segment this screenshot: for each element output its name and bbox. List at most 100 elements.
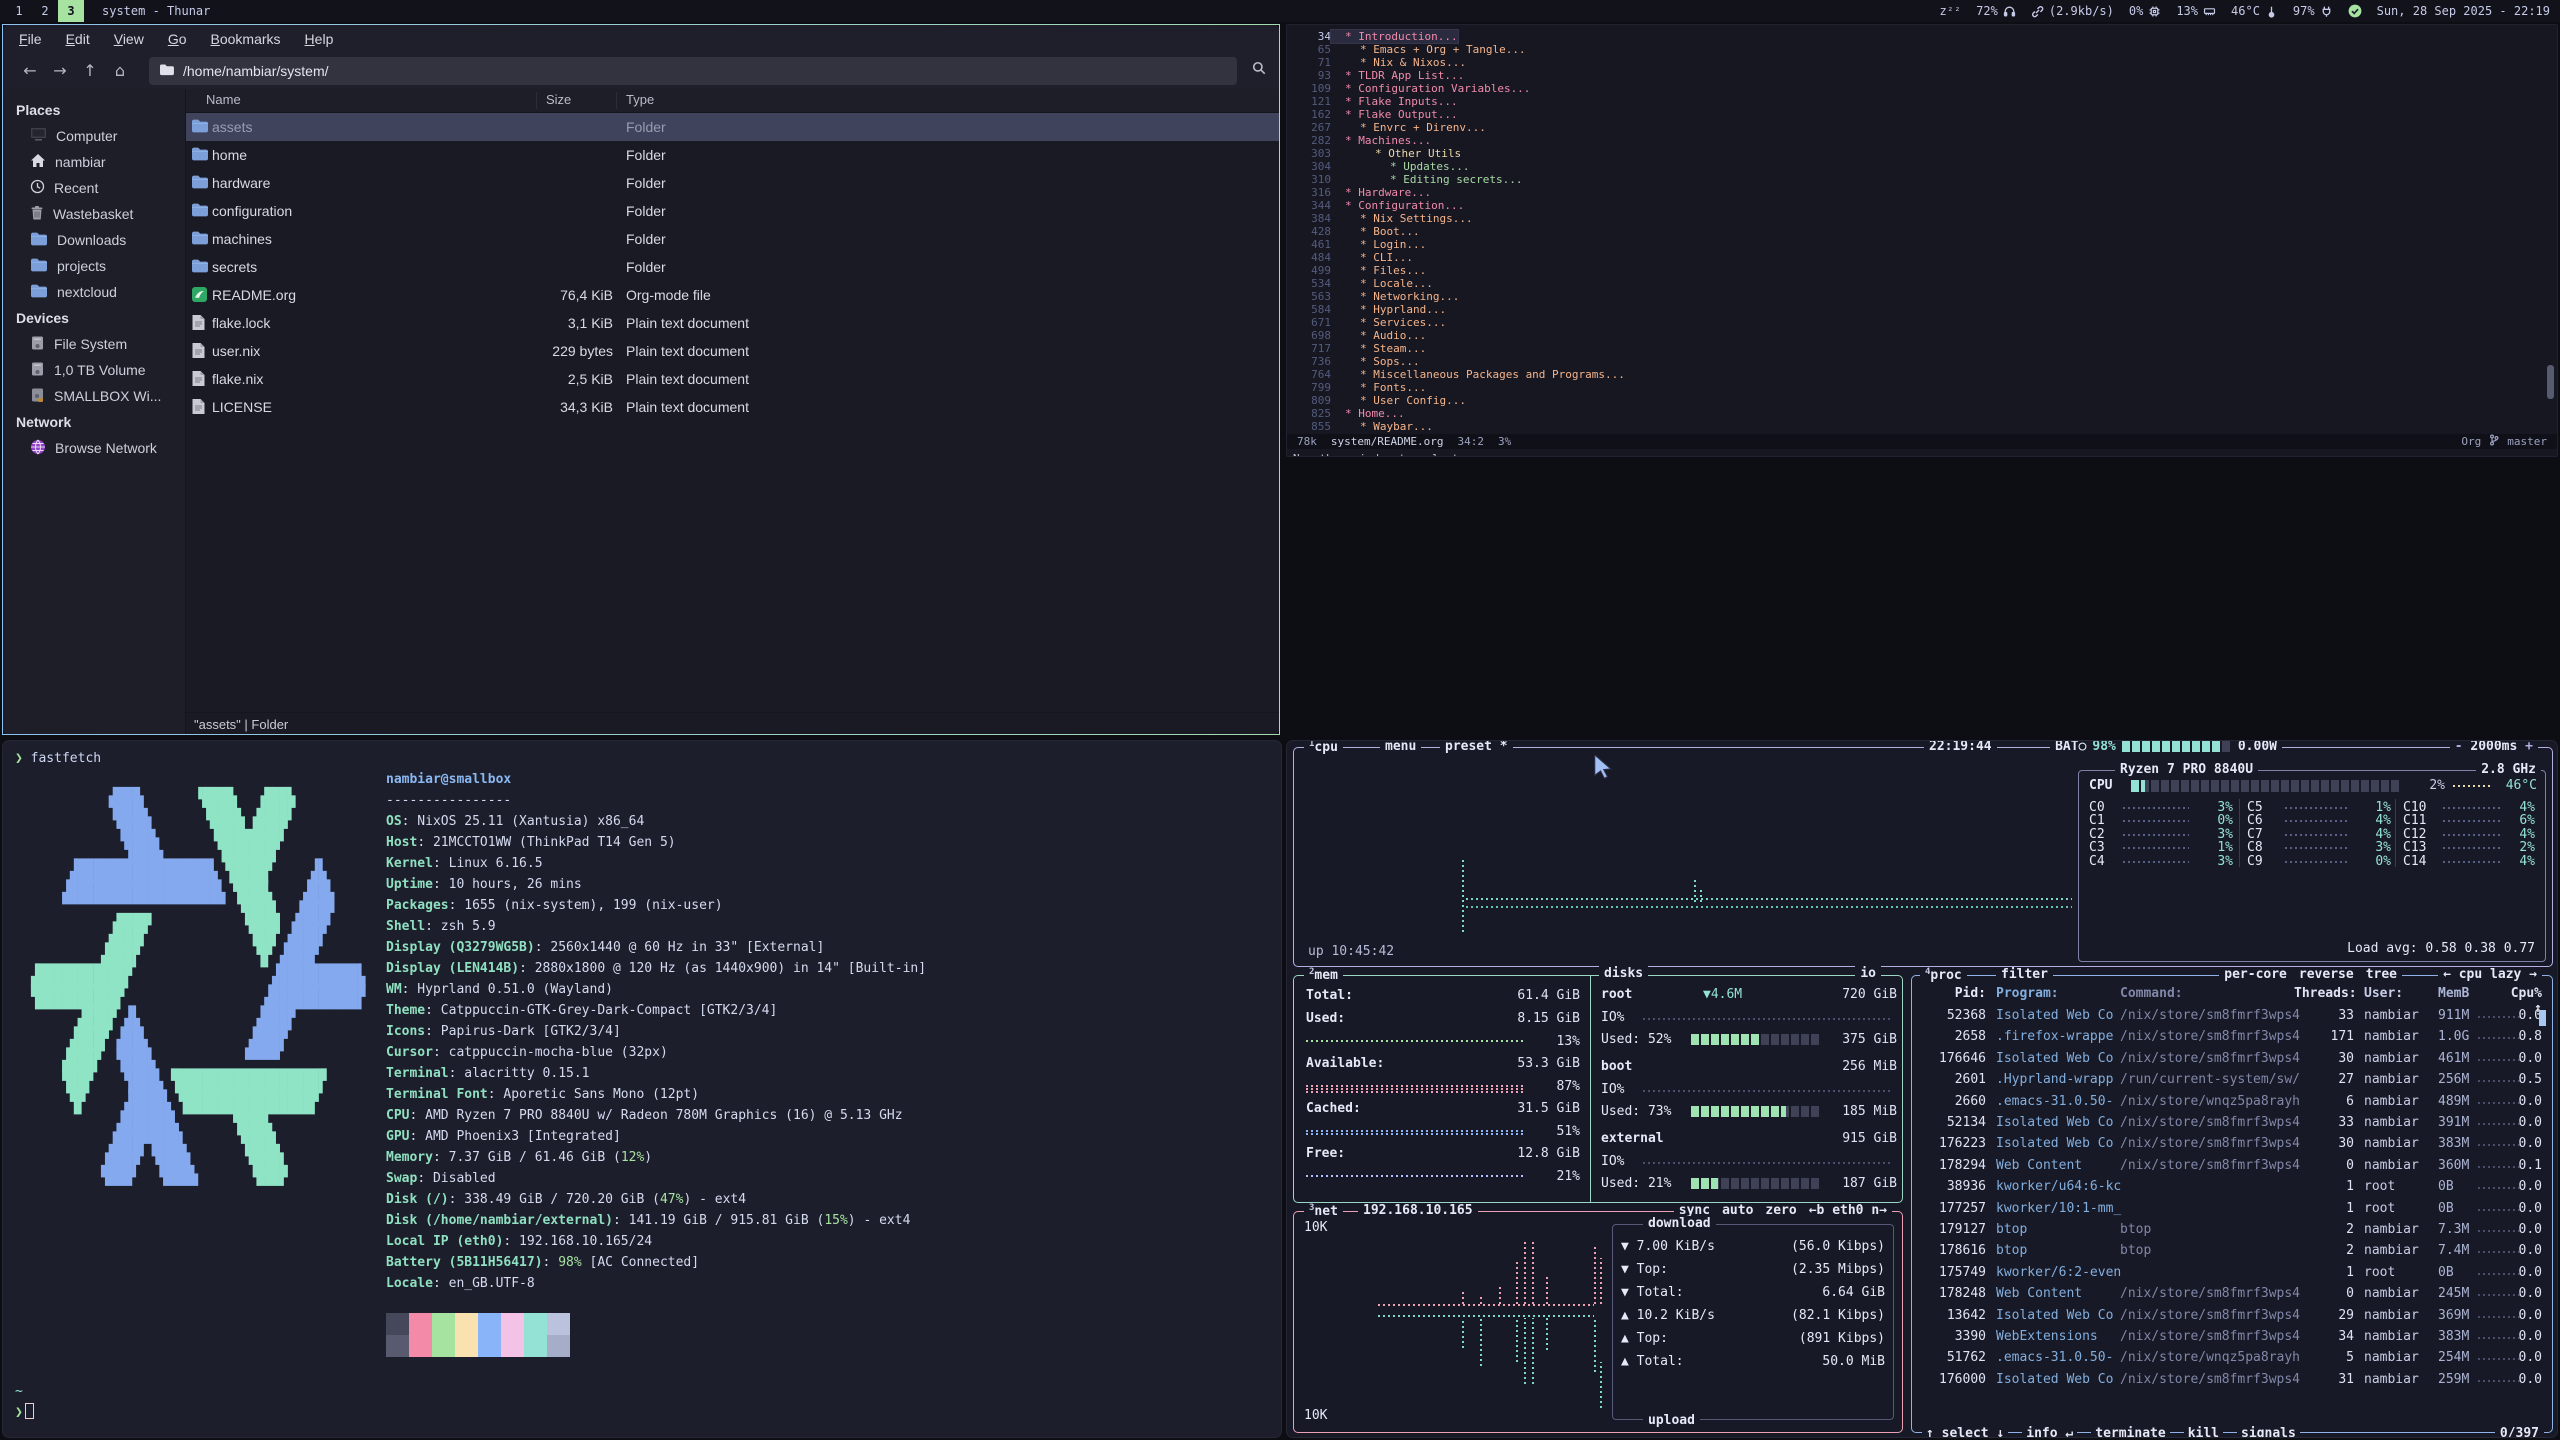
file-row-configuration[interactable]: configurationFolder <box>186 197 1279 225</box>
sidebar-item-nextcloud[interactable]: nextcloud <box>3 279 185 305</box>
file-row-hardware[interactable]: hardwareFolder <box>186 169 1279 197</box>
file-row-license[interactable]: LICENSE34,3 KiBPlain text document <box>186 393 1279 421</box>
sidebar-item-wastebasket[interactable]: Wastebasket <box>3 201 185 227</box>
process-row[interactable]: 178294Web Content/nix/store/sm8fmrf3wps4… <box>1912 1158 2540 1179</box>
disks-io-toggle[interactable]: io <box>1855 966 1881 981</box>
proc-col-Threads[interactable]: Threads: <box>2294 986 2354 1001</box>
file-row-readme-org[interactable]: README.org76,4 KiBOrg-mode file <box>186 281 1279 309</box>
path-bar[interactable]: /home/nambiar/system/ <box>149 57 1237 85</box>
proc-sort-control[interactable]: ← cpu lazy → <box>2438 967 2542 982</box>
menu-bookmarks[interactable]: Bookmarks <box>211 31 281 47</box>
file-row-flake-nix[interactable]: flake.nix2,5 KiBPlain text document <box>186 365 1279 393</box>
up-button[interactable]: ↑ <box>75 61 105 80</box>
proc-action-kill[interactable]: kill <box>2184 1426 2223 1438</box>
column-type[interactable]: Type <box>626 92 654 107</box>
proc-button-tree[interactable]: tree <box>2366 967 2397 982</box>
file-row-machines[interactable]: machinesFolder <box>186 225 1279 253</box>
sidebar-item-computer[interactable]: Computer <box>3 123 185 149</box>
proc-col-Program[interactable]: Program: <box>1996 986 2059 1001</box>
process-row[interactable]: 178248Web Content/nix/store/sm8fmrf3wps4… <box>1912 1286 2540 1307</box>
process-row[interactable]: 38936kworker/u64:6-kc1root0B0.0 <box>1912 1179 2540 1200</box>
column-size[interactable]: Size <box>546 92 571 107</box>
idle-inhibitor-module[interactable]: zᶻᶻ <box>1939 4 1961 18</box>
process-row[interactable]: 179127btopbtop2nambiar7.3M0.0 <box>1912 1222 2540 1243</box>
menu-go[interactable]: Go <box>168 31 187 47</box>
menu-view[interactable]: View <box>114 31 144 47</box>
process-row[interactable]: 2658.firefox-wrappe/nix/store/sm8fmrf3wp… <box>1912 1029 2540 1050</box>
proc-action-terminate[interactable]: terminate <box>2091 1426 2169 1438</box>
proc-action-info[interactable]: info ↵ <box>2022 1426 2077 1438</box>
status-ok-module[interactable] <box>2348 4 2362 18</box>
net-box-title[interactable]: 3net <box>1304 1203 1343 1219</box>
process-row[interactable]: 176000Isolated Web Co/nix/store/sm8fmrf3… <box>1912 1372 2540 1393</box>
scrollbar-thumb[interactable] <box>2547 365 2554 399</box>
proc-filter-button[interactable]: filter <box>1996 967 2053 982</box>
process-row[interactable]: 51762.emacs-31.0.50-/nix/store/wnqz5pa8r… <box>1912 1350 2540 1371</box>
cpu-module[interactable]: 0% <box>2129 4 2161 18</box>
process-row[interactable]: 3390WebExtensions/nix/store/sm8fmrf3wps4… <box>1912 1329 2540 1350</box>
proc-button-reverse[interactable]: reverse <box>2299 967 2354 982</box>
volume-module[interactable]: 72% <box>1976 4 2016 18</box>
workspace-2[interactable]: 2 <box>32 0 58 22</box>
workspace-1[interactable]: 1 <box>6 0 32 22</box>
forward-button[interactable]: → <box>45 61 75 80</box>
menu-file[interactable]: File <box>19 31 42 47</box>
proc-box-title[interactable]: 4proc <box>1920 967 1967 983</box>
process-row[interactable]: 2660.emacs-31.0.50-/nix/store/wnqz5pa8ra… <box>1912 1094 2540 1115</box>
sidebar-item-downloads[interactable]: Downloads <box>3 227 185 253</box>
process-row[interactable]: 52368Isolated Web Co/nix/store/sm8fmrf3w… <box>1912 1008 2540 1029</box>
proc-scroll-indicator[interactable] <box>2539 1010 2546 1026</box>
proc-header-row[interactable]: Pid:Program:Command:Threads:User:MemBCpu… <box>1912 986 2552 1007</box>
sidebar-item-1-0-tb-volume[interactable]: 1,0 TB Volume <box>3 357 185 383</box>
process-row[interactable]: 13642Isolated Web Co/nix/store/sm8fmrf3w… <box>1912 1308 2540 1329</box>
process-row[interactable]: 178616btopbtop2nambiar7.4M0.0 <box>1912 1243 2540 1264</box>
home-button[interactable]: ⌂ <box>105 61 135 80</box>
workspace-3[interactable]: 3 <box>58 0 84 22</box>
sidebar-item-smallbox-wi-[interactable]: SMALLBOX Wi... <box>3 383 185 409</box>
proc-col-Pid[interactable]: Pid: <box>1912 986 1986 1001</box>
file-row-user-nix[interactable]: user.nix229 bytesPlain text document <box>186 337 1279 365</box>
mem-box-title[interactable]: 2mem <box>1304 967 1343 983</box>
net-button-zero[interactable]: zero <box>1765 1203 1796 1218</box>
proc-col-MemB[interactable]: MemB <box>2438 986 2469 1001</box>
shell-prompt-current[interactable]: ~ ❯ <box>15 1381 34 1423</box>
menu-edit[interactable]: Edit <box>66 31 90 47</box>
proc-view-buttons[interactable]: per-core reverse tree <box>2219 967 2402 982</box>
process-row[interactable]: 177257kworker/10:1-mm_1root0B0.0 <box>1912 1201 2540 1222</box>
file-row-assets[interactable]: assetsFolder <box>186 113 1279 141</box>
list-column-headers[interactable]: Name Size Type <box>186 89 1279 113</box>
proc-col-User[interactable]: User: <box>2364 986 2403 1001</box>
proc-action-select[interactable]: ↑ select ↓ <box>1922 1426 2008 1438</box>
column-name[interactable]: Name <box>206 92 241 107</box>
search-icon[interactable] <box>1251 60 1267 81</box>
proc-footer-actions[interactable]: ↑ select ↓ info ↵ terminate kill signals <box>1922 1426 2300 1438</box>
temperature-module[interactable]: 46°C <box>2231 4 2278 18</box>
process-row[interactable]: 52134Isolated Web Co/nix/store/sm8fmrf3w… <box>1912 1115 2540 1136</box>
proc-col-Command[interactable]: Command: <box>2120 986 2183 1001</box>
process-row[interactable]: 176223Isolated Web Co/nix/store/sm8fmrf3… <box>1912 1136 2540 1157</box>
proc-button-per-core[interactable]: per-core <box>2224 967 2287 982</box>
menu-help[interactable]: Help <box>305 31 334 47</box>
file-row-secrets[interactable]: secretsFolder <box>186 253 1279 281</box>
battery-module[interactable]: 97% <box>2293 4 2333 18</box>
net-button-auto[interactable]: auto <box>1722 1203 1753 1218</box>
process-row[interactable]: 2601.Hyprland-wrapp/run/current-system/s… <box>1912 1072 2540 1093</box>
memory-module[interactable]: 13% <box>2176 4 2216 18</box>
file-row-flake-lock[interactable]: flake.lock3,1 KiBPlain text document <box>186 309 1279 337</box>
proc-action-signals[interactable]: signals <box>2237 1426 2300 1438</box>
process-row[interactable]: 176646Isolated Web Co/nix/store/sm8fmrf3… <box>1912 1051 2540 1072</box>
sidebar-item-nambiar[interactable]: nambiar <box>3 149 185 175</box>
disks-title[interactable]: disks <box>1599 966 1648 981</box>
cpu-box-title[interactable]: 1cpu <box>1304 740 1343 755</box>
sidebar-item-recent[interactable]: Recent <box>3 175 185 201</box>
net-button--b-eth0-n-[interactable]: ←b eth0 n→ <box>1809 1203 1887 1218</box>
sidebar-item-browse-network[interactable]: Browse Network <box>3 435 185 461</box>
back-button[interactable]: ← <box>15 61 45 80</box>
clock-module[interactable]: Sun, 28 Sep 2025 - 22:19 <box>2377 4 2550 18</box>
sidebar-item-file-system[interactable]: File System <box>3 331 185 357</box>
process-row[interactable]: 175749kworker/6:2-even1root0B0.0 <box>1912 1265 2540 1286</box>
network-module[interactable]: (2.9kb/s) <box>2031 4 2114 18</box>
update-interval-control[interactable]: - 2000ms + <box>2450 740 2538 754</box>
file-row-home[interactable]: homeFolder <box>186 141 1279 169</box>
sidebar-item-projects[interactable]: projects <box>3 253 185 279</box>
